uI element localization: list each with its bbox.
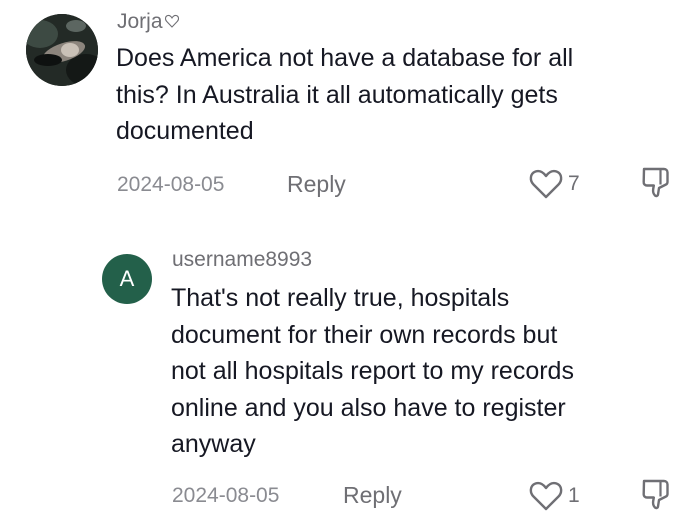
reply-date: 2024-08-05 (172, 484, 280, 507)
comment-text-line: this? In Australia it all automatically … (116, 80, 558, 109)
reply-username[interactable]: username8993 (172, 248, 312, 272)
like-button[interactable]: 7 (528, 168, 580, 200)
comment-username[interactable]: Jorja (117, 10, 180, 34)
reply-button[interactable]: Reply (343, 482, 402, 509)
heart-outline-icon (529, 481, 563, 511)
avatar-initial: A (119, 266, 135, 291)
comment-text-line: documented (116, 117, 254, 145)
reply-text-line: anyway (171, 430, 256, 458)
avatar-photo-image (26, 14, 98, 86)
heart-outline-icon (529, 169, 563, 199)
reply-button[interactable]: Reply (287, 171, 346, 198)
comment: Jorja Does America not have a database f… (0, 0, 700, 210)
dislike-button[interactable] (640, 165, 674, 204)
reply-text-line: not all hospitals report to my records (171, 357, 574, 385)
reply-text: That's not really true, hospitals docume… (171, 280, 574, 463)
like-count: 1 (568, 484, 580, 507)
comment-text-line: Does America not have a database for all (116, 44, 574, 72)
username-text: Jorja (117, 10, 163, 33)
heart-outline-icon (164, 14, 179, 28)
avatar[interactable] (26, 14, 98, 86)
like-count: 7 (568, 172, 580, 195)
reply-text-line: online and you also have to register (171, 393, 566, 422)
avatar[interactable]: A (102, 254, 152, 304)
thumbs-down-icon (642, 167, 669, 198)
like-button[interactable]: 1 (528, 480, 580, 512)
reply-text-line: That's not really true, hospitals (171, 284, 510, 312)
reply-text-line: document for their own records but (171, 320, 558, 349)
dislike-button[interactable] (640, 477, 674, 516)
comment-date: 2024-08-05 (117, 173, 225, 196)
comment-text: Does America not have a database for all… (116, 40, 573, 150)
thumbs-down-icon (642, 479, 669, 510)
